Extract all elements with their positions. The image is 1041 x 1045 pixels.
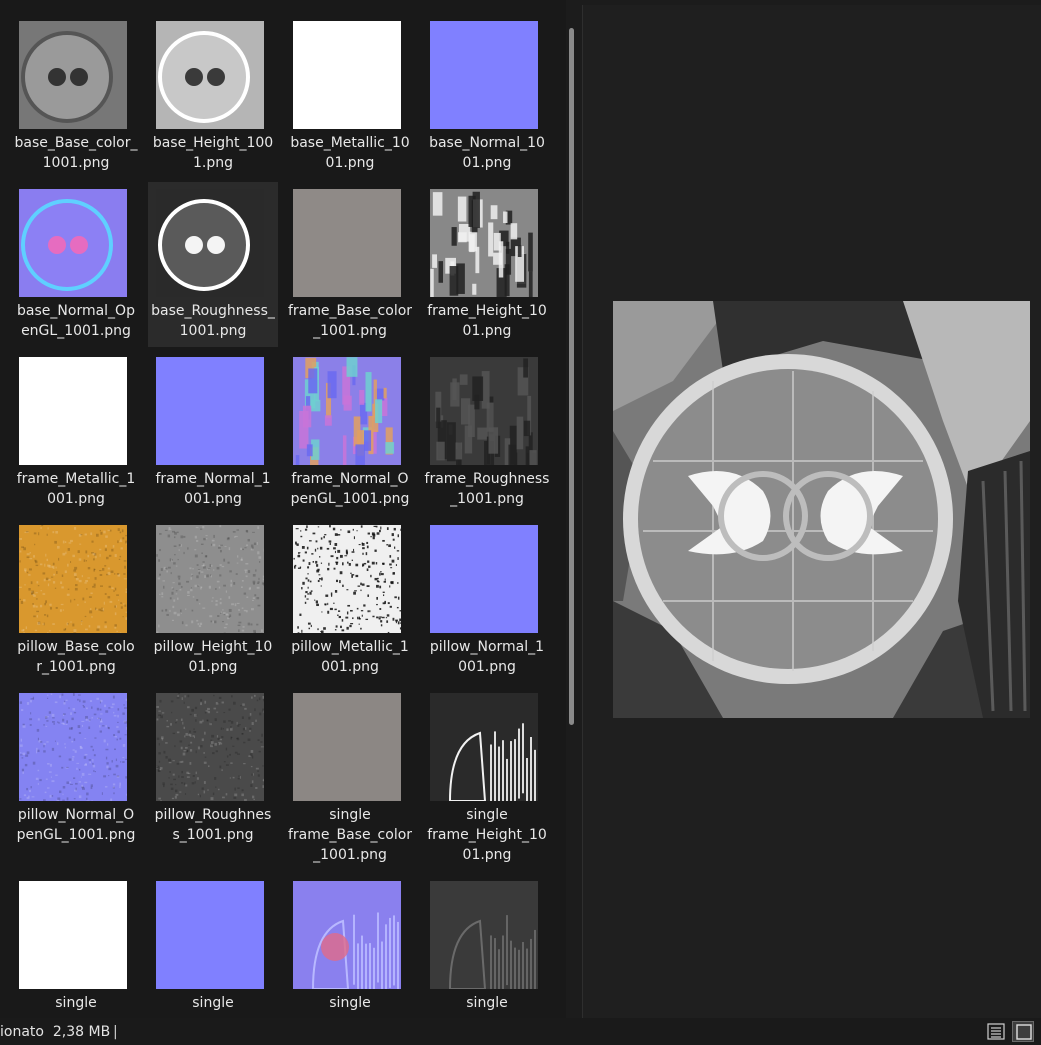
file-thumbnail <box>430 881 538 989</box>
file-item[interactable]: pillow_Base_colo r_1001.png <box>11 518 141 683</box>
large-icons-view-button[interactable] <box>1012 1021 1034 1042</box>
file-item[interactable]: base_Normal_10 01.png <box>422 14 552 179</box>
file-name: single frame_Height_10 01.png <box>427 807 547 863</box>
file-thumbnail <box>430 189 538 297</box>
file-name: base_Base_color_ 1001.png <box>14 135 138 171</box>
file-thumbnail <box>293 881 401 989</box>
file-item[interactable]: pillow_Normal_O penGL_1001.png <box>11 686 141 851</box>
details-view-button[interactable] <box>985 1021 1007 1042</box>
file-name: base_Normal_Op enGL_1001.png <box>17 303 135 339</box>
file-thumbnail <box>293 693 401 801</box>
file-item[interactable]: base_Normal_Op enGL_1001.png <box>11 182 141 347</box>
file-thumbnail <box>430 525 538 633</box>
file-item[interactable]: single <box>422 874 552 1018</box>
file-thumbnail <box>19 881 127 989</box>
file-name: base_Height_100 1.png <box>152 135 274 171</box>
file-name: base_Normal_10 01.png <box>429 135 545 171</box>
status-bar: ionato 2,38 MB | <box>0 1018 1041 1045</box>
file-name: single frame_Base_color _1001.png <box>287 807 413 863</box>
file-item[interactable]: frame_Base_color _1001.png <box>285 182 415 347</box>
details-view-icon <box>987 1023 1005 1040</box>
vertical-scrollbar[interactable] <box>567 5 575 1017</box>
file-thumbnail <box>430 357 538 465</box>
file-name: frame_Normal_1 001.png <box>155 471 271 507</box>
status-separator: | <box>113 1024 118 1040</box>
status-selection-info: ionato 2,38 MB <box>0 1024 111 1040</box>
file-thumbnail <box>156 881 264 989</box>
file-item[interactable]: single <box>285 874 415 1018</box>
file-item[interactable]: single <box>148 874 278 1018</box>
file-item[interactable]: pillow_Normal_1 001.png <box>422 518 552 683</box>
file-thumbnail <box>156 189 264 297</box>
file-thumbnail <box>430 693 538 801</box>
file-item[interactable]: frame_Normal_O penGL_1001.png <box>285 350 415 515</box>
file-item[interactable]: pillow_Metallic_1 001.png <box>285 518 415 683</box>
file-thumbnail <box>19 357 127 465</box>
file-name: base_Metallic_10 01.png <box>290 135 410 171</box>
file-thumbnail <box>156 21 264 129</box>
file-thumbnail <box>293 357 401 465</box>
file-item[interactable]: frame_Normal_1 001.png <box>148 350 278 515</box>
file-thumbnail <box>19 21 127 129</box>
large-icons-view-icon <box>1016 1024 1032 1040</box>
file-item[interactable]: frame_Metallic_1 001.png <box>11 350 141 515</box>
file-item[interactable]: single frame_Base_color _1001.png <box>285 686 415 863</box>
file-thumbnail <box>19 693 127 801</box>
file-name: frame_Normal_O penGL_1001.png <box>290 471 410 507</box>
file-thumbnail <box>156 357 264 465</box>
file-thumbnail <box>156 525 264 633</box>
file-name: base_Roughness_ 1001.png <box>151 303 275 339</box>
file-name: pillow_Metallic_1 001.png <box>291 639 409 675</box>
file-item[interactable]: frame_Height_10 01.png <box>422 182 552 347</box>
file-item[interactable]: base_Height_100 1.png <box>148 14 278 179</box>
file-item[interactable]: base_Roughness_ 1001.png <box>148 182 278 347</box>
file-item[interactable]: base_Base_color_ 1001.png <box>11 14 141 179</box>
file-thumbnail <box>19 189 127 297</box>
file-item[interactable]: pillow_Height_10 01.png <box>148 518 278 683</box>
file-thumbnail <box>293 525 401 633</box>
preview-image <box>613 301 1030 718</box>
file-thumbnail <box>156 693 264 801</box>
file-name: single <box>55 995 97 1011</box>
file-name: frame_Metallic_1 001.png <box>16 471 136 507</box>
preview-pane <box>583 5 1041 1018</box>
file-item[interactable]: pillow_Roughnes s_1001.png <box>148 686 278 851</box>
file-item[interactable]: base_Metallic_10 01.png <box>285 14 415 179</box>
scrollbar-thumb[interactable] <box>569 28 574 725</box>
file-name: pillow_Height_10 01.png <box>153 639 273 675</box>
file-thumbnail <box>293 189 401 297</box>
file-item[interactable]: frame_Roughness _1001.png <box>422 350 552 515</box>
file-name: pillow_Normal_1 001.png <box>429 639 545 675</box>
file-name: pillow_Normal_O penGL_1001.png <box>16 807 136 843</box>
file-thumbnail <box>293 21 401 129</box>
file-name: pillow_Base_colo r_1001.png <box>17 639 135 675</box>
file-name: frame_Roughness _1001.png <box>424 471 550 507</box>
file-thumbnail <box>430 21 538 129</box>
file-name: single <box>466 995 508 1011</box>
file-name: frame_Base_color _1001.png <box>287 303 413 339</box>
file-item[interactable]: single <box>11 874 141 1018</box>
file-list: base_Base_color_ 1001.png base_Height_100… <box>0 0 566 1018</box>
file-item[interactable]: single frame_Height_10 01.png <box>422 686 552 863</box>
file-name: single <box>329 995 371 1011</box>
file-name: single <box>192 995 234 1011</box>
file-name: frame_Height_10 01.png <box>427 303 547 339</box>
file-thumbnail <box>19 525 127 633</box>
file-name: pillow_Roughnes s_1001.png <box>154 807 272 843</box>
